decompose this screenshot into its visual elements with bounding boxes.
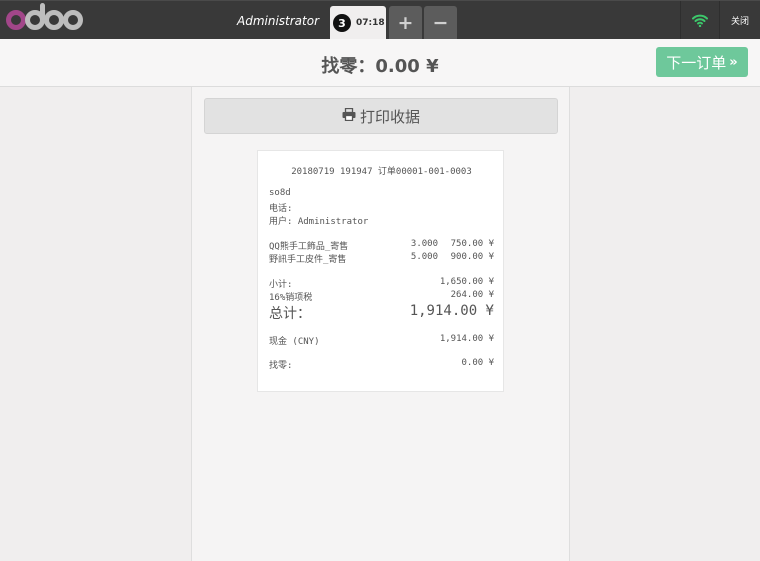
add-order-button[interactable]: + (389, 6, 422, 40)
receipt-subtotal-value: 1,650.00 ¥ (439, 277, 494, 287)
odoo-logo (6, 3, 83, 32)
close-button[interactable]: 关闭 (719, 1, 760, 40)
username-display[interactable]: Administrator (237, 14, 319, 28)
receipt-subtotal-label: 小计: (269, 280, 293, 290)
receipt-phone: 电话: (269, 204, 293, 214)
receipt-user: 用户: Administrator (269, 217, 369, 227)
print-receipt-label: 打印收据 (359, 107, 420, 126)
receipt-line-name: 野訊手工皮件_寄售 (269, 255, 347, 265)
receipt-line-qty: 5.000 (410, 252, 438, 262)
receipt-company: so8d (269, 188, 291, 198)
change-bar: 找零：0.00 ¥ 下一订单 » (0, 39, 760, 87)
print-receipt-button[interactable]: 打印收据 (204, 98, 558, 134)
receipt-line-price: 750.00 ¥ (450, 239, 494, 249)
wifi-icon[interactable] (680, 1, 719, 40)
top-navbar: Administrator 3 07:18 + − 关闭 (0, 0, 760, 40)
receipt-tax-label: 16%销项税 (269, 293, 313, 303)
order-tab-selected[interactable]: 3 07:18 (330, 6, 386, 40)
receipt-payment-label: 现金 (CNY) (269, 337, 320, 347)
receipt: 20180719 191947 订单00001-001-0003 so8d 电话… (257, 150, 504, 392)
next-order-label: 下一订单 (666, 53, 727, 72)
order-time: 07:18 (356, 18, 385, 28)
receipt-header-line: 20180719 191947 订单00001-001-0003 (291, 167, 472, 177)
order-sequence-badge: 3 (333, 14, 351, 32)
receipt-tax-value: 264.00 ¥ (450, 290, 494, 300)
remove-order-button[interactable]: − (424, 6, 457, 40)
receipt-total-label: 总计： (269, 306, 311, 322)
receipt-line-name: QQ熊手工飾品_寄售 (269, 242, 349, 252)
change-amount-title: 找零：0.00 ¥ (321, 56, 439, 77)
receipt-change-label: 找零: (269, 361, 293, 371)
receipt-total-value: 1,914.00 ¥ (409, 303, 494, 319)
chevron-double-right-icon: » (729, 54, 738, 70)
printer-icon (342, 107, 356, 125)
next-order-button[interactable]: 下一订单 » (656, 47, 748, 77)
receipt-line-qty: 3.000 (410, 239, 438, 249)
receipt-payment-value: 1,914.00 ¥ (439, 334, 494, 344)
receipt-line-price: 900.00 ¥ (450, 252, 494, 262)
receipt-change-value: 0.00 ¥ (461, 358, 494, 368)
